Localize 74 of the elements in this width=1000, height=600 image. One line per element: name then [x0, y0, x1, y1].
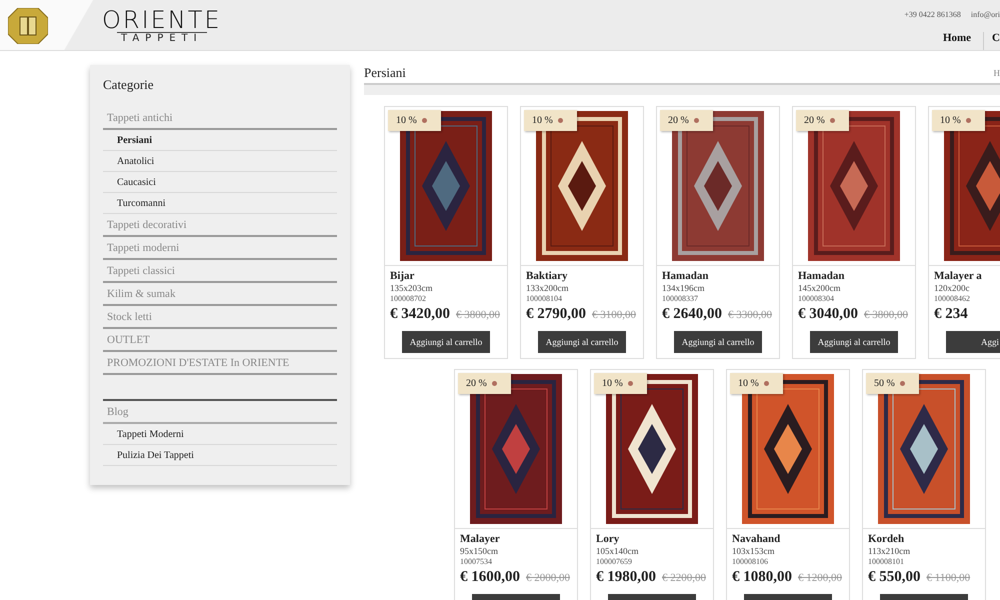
subcategory-link[interactable]: Caucasici — [103, 172, 337, 193]
logo-icon[interactable] — [8, 8, 48, 44]
product-code: 100008304 — [798, 294, 835, 303]
subcategory-link[interactable]: Persiani — [103, 130, 337, 151]
product-name: Hamadan — [798, 270, 846, 282]
discount-tag: 10 % — [594, 373, 647, 394]
product-size: 105x140cm — [596, 546, 640, 556]
discount-tag: 10 % — [388, 110, 441, 131]
discount-tag: 20 % — [796, 110, 849, 131]
add-to-cart-button[interactable]: Aggi — [946, 331, 1000, 353]
product-price: € 1980,00 — [596, 569, 656, 586]
product-name: Lory — [596, 533, 620, 545]
product-size: 135x203cm — [390, 283, 434, 293]
product-code: 100007659 — [596, 557, 633, 566]
product-price: € 2790,00 — [526, 306, 586, 323]
old-price: € 3100,00 — [592, 309, 636, 321]
old-price: € 1100,00 — [926, 572, 970, 584]
discount-tag: 10 % — [730, 373, 783, 394]
nav-link[interactable]: Home — [930, 32, 984, 50]
discount-tag: 20 % — [458, 373, 511, 394]
product-name: Kordeh — [868, 533, 906, 545]
product-name: Navahand — [732, 533, 782, 545]
old-price: € 2000,00 — [526, 572, 570, 584]
product-price: € 3040,00 — [798, 306, 858, 323]
page-title: Persiani — [364, 65, 406, 81]
old-price: € 3300,00 — [728, 309, 772, 321]
product-code: 100008337 — [662, 294, 699, 303]
discount-tag: 10 % — [524, 110, 577, 131]
old-price: € 3800,00 — [864, 309, 908, 321]
product-code: 10007534 — [460, 557, 493, 566]
brand-subtitle: TAPPETI — [116, 32, 207, 45]
product-price: € 2640,00 — [662, 306, 722, 323]
product-name: Malayer — [460, 533, 501, 545]
product-size: 120x200c — [934, 283, 970, 293]
add-to-cart-button[interactable]: Aggiungi al carrello — [402, 331, 490, 353]
product-size: 133x200cm — [526, 283, 570, 293]
product-size: 145x200cm — [798, 283, 842, 293]
product-size: 113x210cm — [868, 546, 912, 556]
email-link[interactable]: info@ori — [970, 10, 1000, 19]
product-code: 100008104 — [526, 294, 563, 303]
product-name: Hamadan — [662, 270, 710, 282]
sidebar-title: Categorie — [103, 77, 155, 93]
add-to-cart-button[interactable]: Aggiungi al carrello — [810, 331, 898, 353]
product-price: € 550,00 — [868, 569, 920, 586]
product-code: 100008106 — [732, 557, 769, 566]
discount-tag: 50 % — [866, 373, 919, 394]
old-price: € 2200,00 — [662, 572, 706, 584]
product-code: 100008462 — [934, 294, 971, 303]
product-name: Baktiary — [526, 270, 569, 282]
breadcrumb[interactable]: H — [994, 68, 1000, 78]
product-price: € 1600,00 — [460, 569, 520, 586]
nav-link[interactable]: C — [983, 32, 1000, 50]
product-code: 100008702 — [390, 294, 427, 303]
product-price: € 234 — [934, 306, 968, 323]
product-code: 100008101 — [868, 557, 905, 566]
blog-post-link[interactable]: Tappeti Moderni — [103, 424, 337, 445]
product-size: 95x150cm — [460, 546, 499, 556]
brand-name: ORIENTE — [102, 8, 222, 32]
discount-tag: 20 % — [660, 110, 713, 131]
subcategory-link[interactable]: Turcomanni — [103, 193, 337, 214]
product-price: € 3420,00 — [390, 306, 450, 323]
product-name: Bijar — [390, 270, 416, 282]
add-to-cart-button[interactable]: Aggiungi al carrello — [538, 331, 626, 353]
discount-tag: 10 % — [932, 110, 985, 131]
old-price: € 1200,00 — [798, 572, 842, 584]
add-to-cart-button[interactable]: Aggiungi al carrello — [674, 331, 762, 353]
blog-post-link[interactable]: Pulizia Dei Tappeti — [103, 445, 337, 466]
product-size: 103x153cm — [732, 546, 776, 556]
product-price: € 1080,00 — [732, 569, 792, 586]
product-size: 134x196cm — [662, 283, 706, 293]
subcategory-link[interactable]: Anatolici — [103, 151, 337, 172]
product-name: Malayer a — [934, 270, 983, 282]
phone-number: +39 0422 861368 — [904, 10, 961, 19]
old-price: € 3800,00 — [456, 309, 500, 321]
